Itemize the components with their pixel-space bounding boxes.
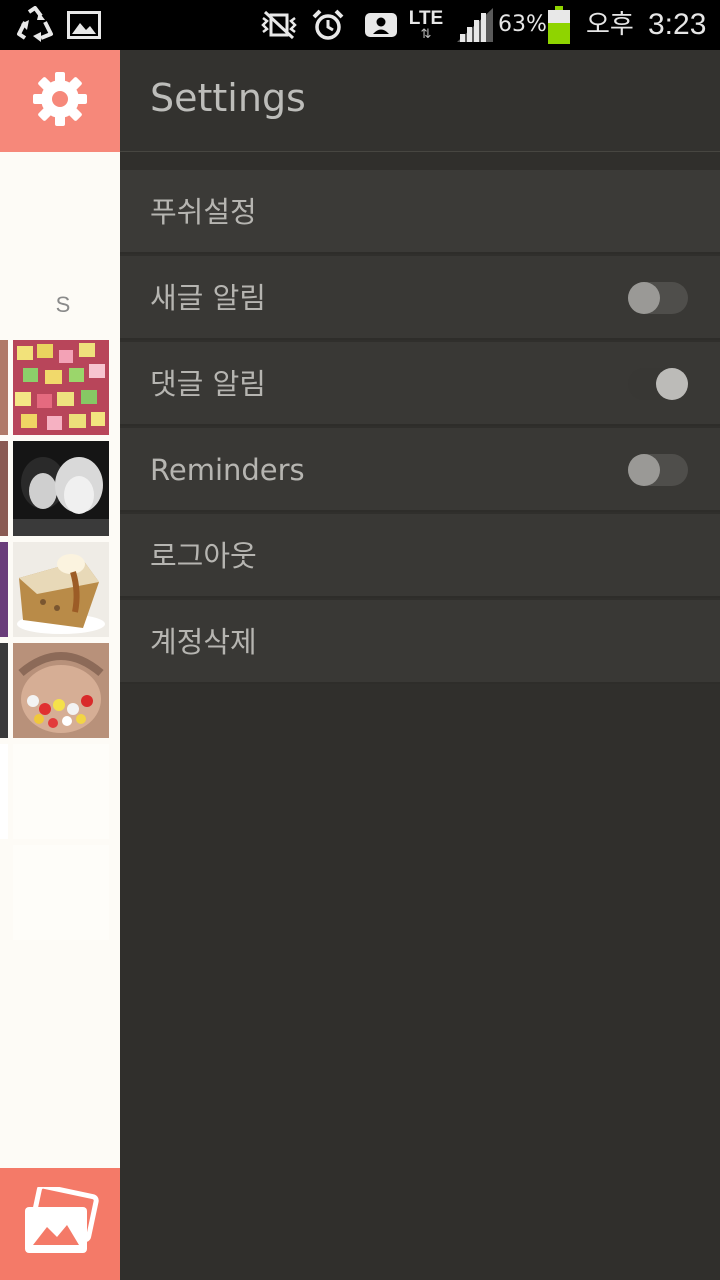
recycle-icon — [14, 0, 56, 50]
battery-percent: 63% — [498, 12, 547, 37]
photo-thumbnail-cake[interactable] — [13, 542, 109, 637]
toggle-knob — [628, 282, 660, 314]
delete-account-item[interactable]: 계정삭제 — [120, 600, 720, 684]
new-post-notification-toggle[interactable] — [628, 282, 688, 314]
photo-thumbnail-flower-crown[interactable] — [13, 643, 109, 738]
image-icon — [66, 0, 102, 50]
toggle-knob — [656, 368, 688, 400]
clock-time: 3:23 — [648, 8, 707, 41]
push-settings-section: 푸쉬설정 — [120, 170, 720, 254]
photo-thumbnail[interactable] — [0, 441, 8, 536]
settings-button[interactable] — [0, 50, 120, 152]
screen-mirror-icon — [362, 0, 400, 50]
battery-icon — [546, 0, 572, 50]
new-post-notification-row[interactable]: 새글 알림 — [120, 256, 720, 340]
setting-label: Reminders — [150, 453, 305, 487]
comment-notification-row[interactable]: 댓글 알림 — [120, 342, 720, 426]
section-letter: S — [55, 292, 71, 317]
signal-icon — [456, 0, 494, 50]
setting-label: 댓글 알림 — [150, 367, 266, 401]
settings-drawer: Settings 푸쉬설정 새글 알림 댓글 알림 Reminders 로그아웃… — [120, 50, 720, 1280]
comment-notification-toggle[interactable] — [628, 368, 688, 400]
setting-label: 새글 알림 — [150, 281, 266, 315]
main-content-strip: S — [0, 50, 120, 1280]
status-bar: LTE ⇅ 63% 오후 3:23 — [0, 0, 720, 50]
alarm-icon — [310, 0, 346, 50]
lte-icon: LTE ⇅ — [408, 8, 444, 42]
photo-thumbnail[interactable] — [0, 542, 8, 637]
reminders-row[interactable]: Reminders — [120, 428, 720, 512]
photo-thumbnail[interactable] — [0, 643, 8, 738]
section-label: 푸쉬설정 — [150, 195, 257, 229]
logout-item[interactable]: 로그아웃 — [120, 514, 720, 598]
gallery-icon — [21, 1183, 99, 1261]
page-title: Settings — [150, 76, 306, 120]
drawer-header: Settings — [120, 50, 720, 152]
photo-thumbnail[interactable] — [0, 340, 8, 435]
network-type-label: LTE — [408, 8, 444, 29]
gear-icon — [30, 69, 90, 133]
photo-thumbnail-sticky-notes[interactable] — [13, 340, 109, 435]
delete-account-label: 계정삭제 — [150, 625, 257, 659]
toggle-knob — [628, 454, 660, 486]
empty-slot — [13, 744, 109, 839]
gallery-button[interactable] — [0, 1168, 120, 1280]
reminders-toggle[interactable] — [628, 454, 688, 486]
empty-slot — [13, 845, 109, 940]
vibrate-off-icon — [258, 0, 300, 50]
time-ampm: 오후 — [586, 10, 634, 40]
logout-label: 로그아웃 — [150, 539, 257, 573]
photo-thumbnail-portrait[interactable] — [13, 441, 109, 536]
empty-slot — [0, 744, 8, 839]
